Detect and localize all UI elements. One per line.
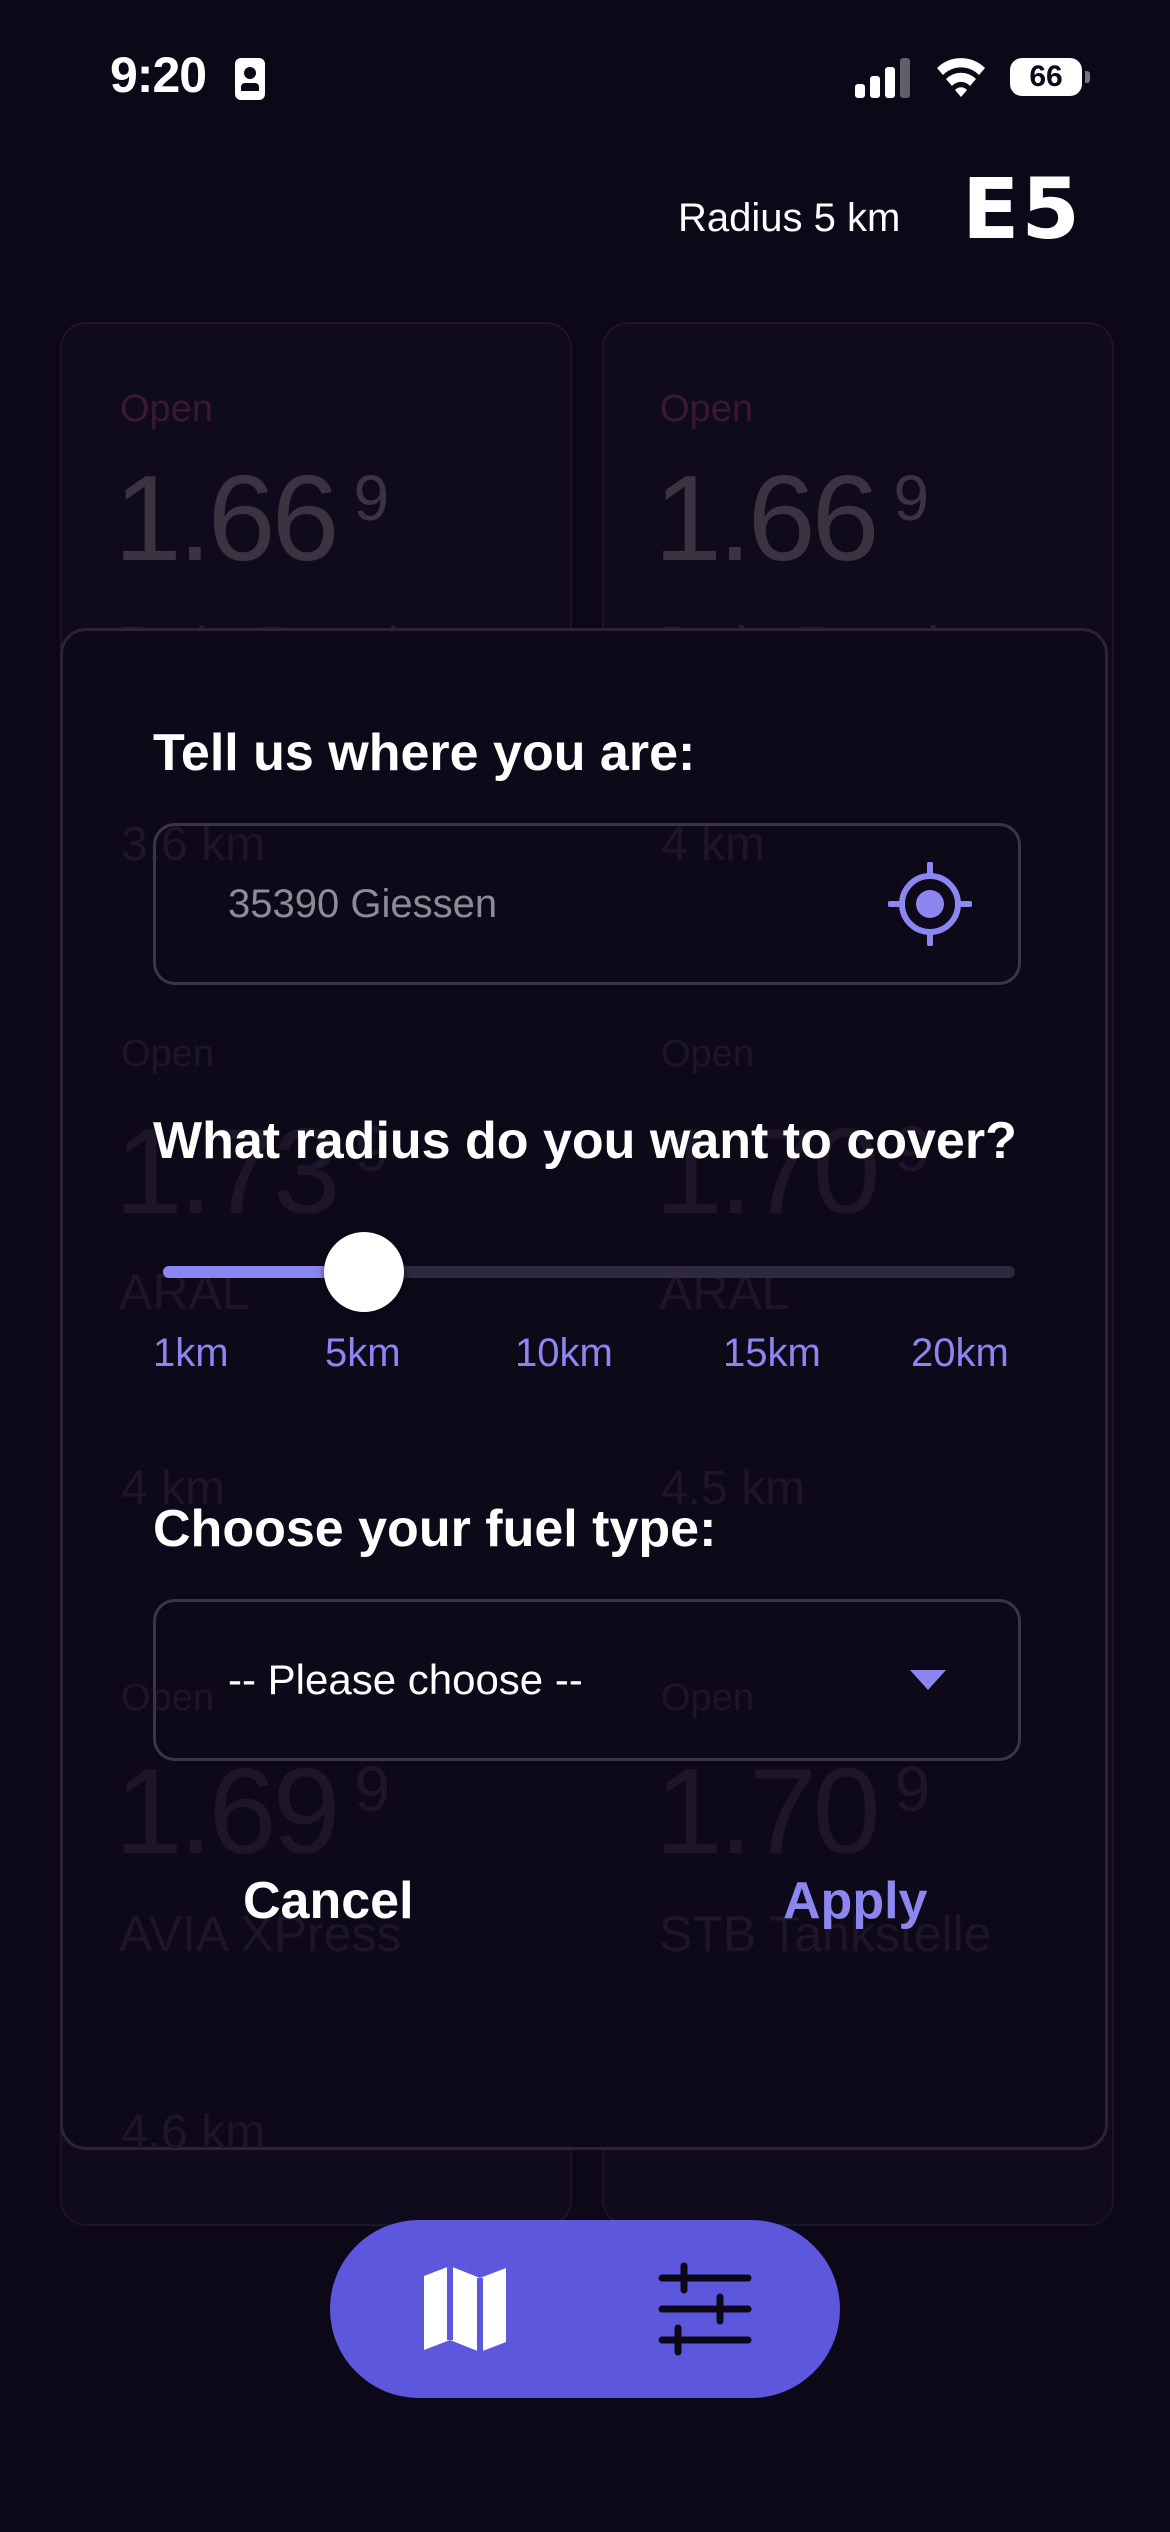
station-status: Open (660, 388, 753, 430)
filter-modal: 3.6 km 4 km Open Open 1.73 9 1.70 9 ARAL A… (60, 628, 1108, 2159)
cellular-signal-icon (855, 56, 915, 98)
station-status: Open (121, 1033, 214, 1075)
station-status: Open (661, 1033, 754, 1075)
fuel-type-select-value: -- Please choose -- (228, 1656, 583, 1703)
header-fuel-type[interactable]: E5 (962, 160, 1082, 258)
battery-indicator: 66 (1010, 58, 1090, 96)
wifi-icon (937, 58, 985, 97)
radius-slider-thumb[interactable] (324, 1232, 405, 1312)
station-status: Open (120, 388, 213, 430)
bottom-nav (330, 2220, 840, 2398)
location-input[interactable] (228, 826, 828, 982)
location-field (153, 823, 1021, 985)
radius-option-1km[interactable]: 1km (153, 1331, 229, 1376)
station-price: 1.66 9 (654, 450, 929, 586)
fuel-type-select[interactable]: -- Please choose -- (153, 1599, 1021, 1761)
cancel-button[interactable]: Cancel (243, 1871, 414, 1931)
location-label: Tell us where you are: (153, 724, 696, 782)
apply-button[interactable]: Apply (783, 1871, 927, 1931)
station-price: 1.69 9 (115, 1743, 390, 1879)
radius-option-20km[interactable]: 20km (911, 1331, 1009, 1376)
sliders-icon[interactable] (650, 2254, 760, 2364)
status-time: 9:20 (110, 47, 207, 103)
radius-option-5km[interactable]: 5km (325, 1331, 401, 1376)
station-price: 1.66 9 (114, 450, 389, 586)
person-id-icon (235, 58, 265, 100)
map-icon[interactable] (410, 2254, 520, 2364)
header-radius[interactable]: Radius 5 km (678, 196, 900, 241)
crosshair-location-icon[interactable] (888, 862, 972, 946)
radius-label: What radius do you want to cover? (153, 1112, 1017, 1170)
station-price: 1.70 9 (655, 1743, 930, 1879)
radius-option-15km[interactable]: 15km (723, 1331, 821, 1376)
chevron-down-icon (910, 1670, 946, 1690)
status-bar: 9:20 66 (0, 0, 1170, 150)
radius-slider[interactable] (163, 1232, 1015, 1312)
fuel-type-label: Choose your fuel type: (153, 1500, 717, 1558)
station-distance: 4.6 km (121, 2106, 266, 2159)
radius-option-10km[interactable]: 10km (515, 1331, 613, 1376)
